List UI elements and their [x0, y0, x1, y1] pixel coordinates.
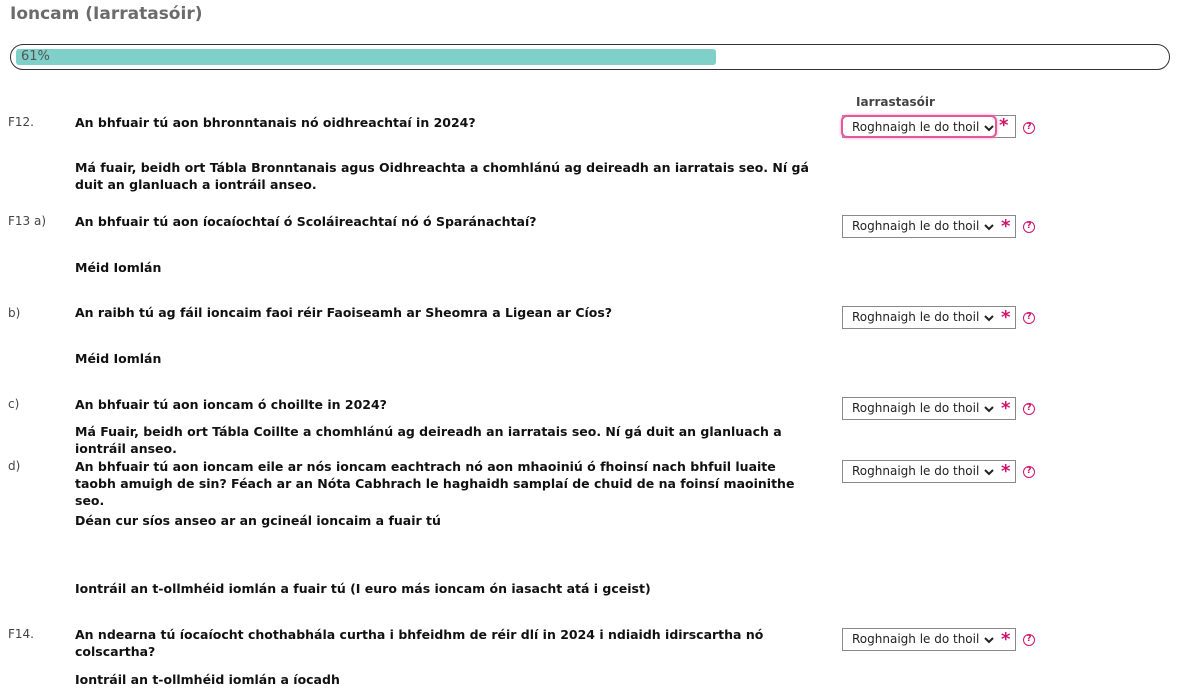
required-marker: * [1001, 216, 1011, 237]
answer-select-f13a[interactable]: Roghnaigh le do thoil * [842, 215, 1016, 238]
question-subtext: Iontráil an t-ollmhéid iomlán a íocadh [75, 672, 340, 687]
required-marker: * [1001, 461, 1011, 482]
answer-select-f12[interactable]: Roghnaigh le do thoil [841, 115, 997, 138]
help-icon[interactable]: ? [1023, 634, 1035, 646]
question-text: An bhfuair tú aon íocaíochtaí ó Scoláire… [75, 214, 537, 229]
chevron-down-icon [984, 637, 994, 644]
answer-select-f13c[interactable]: Roghnaigh le do thoil * [842, 397, 1016, 420]
question-text: An raibh tú ag fáil ioncaim faoi réir Fa… [75, 305, 613, 320]
chevron-down-icon [984, 406, 994, 413]
chevron-down-icon [984, 469, 994, 476]
select-value: Roghnaigh le do thoil [852, 464, 980, 478]
question-number: b) [8, 306, 21, 320]
progress-bar: 61% [10, 44, 1170, 70]
help-icon[interactable]: ? [1023, 466, 1035, 478]
question-subtext: Déan cur síos anseo ar an gcineál ioncai… [75, 513, 441, 528]
chevron-down-icon [984, 224, 994, 231]
question-number: d) [8, 459, 21, 473]
help-icon[interactable]: ? [1023, 122, 1035, 134]
chevron-down-icon [984, 125, 994, 132]
question-subtext: Méid Iomlán [75, 260, 162, 275]
page-title: Ioncam (Iarratasóir) [10, 4, 203, 24]
select-value: Roghnaigh le do thoil [852, 310, 980, 324]
select-value: Roghnaigh le do thoil [852, 632, 980, 646]
chevron-down-icon [984, 315, 994, 322]
answer-select-f13b[interactable]: Roghnaigh le do thoil * [842, 306, 1016, 329]
required-marker: * [1001, 307, 1011, 328]
select-value: Roghnaigh le do thoil [852, 401, 980, 415]
select-value: Roghnaigh le do thoil [852, 219, 980, 233]
required-marker: * [1001, 398, 1011, 419]
answer-select-f14[interactable]: Roghnaigh le do thoil * [842, 628, 1016, 651]
question-text: An bhfuair tú aon ioncam ó choillte in 2… [75, 397, 387, 412]
question-subtext: Má Fuair, beidh ort Tábla Coillte a chom… [75, 424, 782, 456]
question-subtext: Méid Iomlán [75, 351, 162, 366]
required-marker: * [1001, 629, 1011, 650]
question-number: F12. [8, 115, 34, 129]
progress-label: 61% [21, 49, 50, 64]
required-marker: * [999, 115, 1009, 136]
question-number: F14. [8, 627, 34, 641]
column-header-applicant: Iarrastasóir [856, 95, 935, 109]
question-subtext: Má fuair, beidh ort Tábla Bronntanais ag… [75, 160, 809, 192]
help-icon[interactable]: ? [1023, 403, 1035, 415]
question-text: An bhfuair tú aon bhronntanais nó oidhre… [75, 115, 476, 130]
question-subtext: Iontráil an t-ollmhéid iomlán a fuair tú… [75, 581, 651, 596]
answer-select-f13d[interactable]: Roghnaigh le do thoil * [842, 460, 1016, 483]
help-icon[interactable]: ? [1023, 221, 1035, 233]
select-value: Roghnaigh le do thoil [852, 120, 980, 134]
question-text: An ndearna tú íocaíocht chothabhála curt… [75, 627, 764, 659]
progress-fill [16, 49, 716, 65]
question-number: c) [8, 397, 20, 411]
question-text: An bhfuair tú aon ioncam eile ar nós ion… [75, 459, 795, 508]
help-icon[interactable]: ? [1023, 312, 1035, 324]
question-number: F13 a) [8, 214, 47, 228]
